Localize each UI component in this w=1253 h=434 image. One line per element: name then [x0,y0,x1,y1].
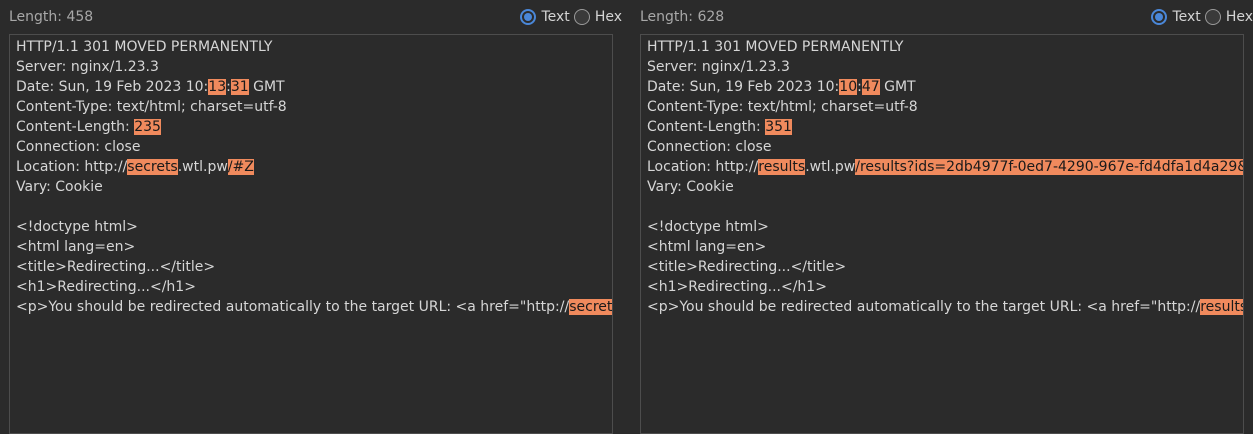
response-line: <html lang=en> [16,237,612,257]
left-hex-radio[interactable] [573,9,590,25]
right-response-editor[interactable]: HTTP/1.1 301 MOVED PERMANENTLY Server: ng… [640,34,1244,434]
line-text: HTTP/1.1 301 MOVED PERMANENTLY [647,39,904,55]
response-line: <h1>Redirecting...</h1> [647,277,1243,297]
response-line: Content-Type: text/html; charset=utf-8 [647,97,1243,117]
left-response-text: HTTP/1.1 301 MOVED PERMANENTLY Server: ng… [10,35,612,317]
response-line: <title>Redirecting...</title> [647,257,1243,277]
right-text-radio[interactable] [1151,9,1168,25]
line-text: Content-Length: [16,119,135,135]
response-line: <title>Redirecting...</title> [16,257,612,277]
line-text: <!doctype html> [647,219,769,235]
response-line [16,197,612,217]
response-line: <html lang=en> [647,237,1243,257]
response-line [647,197,1243,217]
line-text: <p>You should be redirected automaticall… [647,299,1201,315]
right-view-mode-group: Text Hex [1147,8,1253,26]
line-text: Connection: close [16,139,141,155]
right-text-radio-label: Text [1172,9,1201,25]
right-text-radio-option[interactable]: Text [1151,9,1201,25]
right-hex-radio-label: Hex [1225,9,1253,25]
left-view-mode-group: Text Hex [516,8,622,26]
left-text-radio[interactable] [520,9,537,25]
line-text: Server: nginx/1.23.3 [647,59,790,75]
line-text: Connection: close [647,139,772,155]
response-line: Vary: Cookie [647,177,1243,197]
response-line: <h1>Redirecting...</h1> [16,277,612,297]
diff-highlight: 31 [230,79,249,95]
line-text: Date: Sun, 19 Feb 2023 10: [16,79,209,95]
left-length-label: Length: 458 [9,9,94,25]
line-text: <title>Redirecting...</title> [647,259,847,275]
response-line: Location: http://results.wtl.pw/results?… [647,157,1243,177]
line-text: <html lang=en> [16,239,136,255]
left-text-radio-option[interactable]: Text [520,9,570,25]
diff-highlight: results [758,159,806,175]
line-text: Vary: Cookie [16,179,103,195]
response-line: Connection: close [16,137,612,157]
diff-highlight: 235 [134,119,161,135]
line-text: GMT [879,79,916,95]
response-line: Connection: close [647,137,1243,157]
right-hex-radio[interactable] [1204,9,1221,25]
response-line: Server: nginx/1.23.3 [16,57,612,77]
line-text: <h1>Redirecting...</h1> [647,279,827,295]
left-hex-radio-label: Hex [594,9,622,25]
diff-highlight: 10 [839,79,858,95]
right-hex-radio-option[interactable]: Hex [1204,9,1253,25]
response-line: Content-Type: text/html; charset=utf-8 [16,97,612,117]
right-pane-header: Length: 628 Text Hex [631,0,1253,34]
line-text: GMT [248,79,285,95]
response-line: Vary: Cookie [16,177,612,197]
line-text: HTTP/1.1 301 MOVED PERMANENTLY [16,39,273,55]
right-response-text: HTTP/1.1 301 MOVED PERMANENTLY Server: ng… [641,35,1243,317]
left-pane-header: Length: 458 Text Hex [0,0,622,34]
left-text-radio-label: Text [541,9,570,25]
line-text: <!doctype html> [16,219,138,235]
line-text: Date: Sun, 19 Feb 2023 10: [647,79,840,95]
right-length-label: Length: 628 [640,9,725,25]
line-text: Server: nginx/1.23.3 [16,59,159,75]
line-text: Vary: Cookie [647,179,734,195]
diff-highlight: 351 [765,119,792,135]
response-line: <p>You should be redirected automaticall… [647,297,1243,317]
line-text: Location: http:// [16,159,128,175]
line-text: Content-Type: text/html; charset=utf-8 [647,99,918,115]
response-line: Date: Sun, 19 Feb 2023 10:10:47 GMT [647,77,1243,97]
line-text: Content-Type: text/html; charset=utf-8 [16,99,287,115]
diff-highlight: 47 [861,79,880,95]
response-line: Server: nginx/1.23.3 [647,57,1243,77]
response-line: Content-Length: 235 [16,117,612,137]
left-response-editor[interactable]: HTTP/1.1 301 MOVED PERMANENTLY Server: ng… [9,34,613,434]
response-line: <p>You should be redirected automaticall… [16,297,612,317]
line-text: <p>You should be redirected automaticall… [16,299,570,315]
left-response-pane: Length: 458 Text Hex HTTP/1.1 301 MOVED … [0,0,622,434]
diff-highlight: 13 [208,79,227,95]
diff-highlight: secrets [127,159,178,175]
right-response-pane: Length: 628 Text Hex HTTP/1.1 301 MOVED … [631,0,1253,434]
line-text: .wtl.pw [805,159,856,175]
left-hex-radio-option[interactable]: Hex [573,9,622,25]
line-text: Content-Length: [647,119,766,135]
response-line: <!doctype html> [647,217,1243,237]
diff-highlight: results [1200,299,1243,315]
line-text: <h1>Redirecting...</h1> [16,279,196,295]
line-text: <title>Redirecting...</title> [16,259,216,275]
response-line: Location: http://secrets.wtl.pw/#Z [16,157,612,177]
response-line: Date: Sun, 19 Feb 2023 10:13:31 GMT [16,77,612,97]
diff-highlight: /#Z [227,159,254,175]
response-line: HTTP/1.1 301 MOVED PERMANENTLY [16,37,612,57]
line-text: Location: http:// [647,159,759,175]
response-line: HTTP/1.1 301 MOVED PERMANENTLY [647,37,1243,57]
line-text: .wtl.pw [177,159,228,175]
diff-highlight: secrets [569,299,612,315]
line-text: <html lang=en> [647,239,767,255]
response-line: <!doctype html> [16,217,612,237]
response-line: Content-Length: 351 [647,117,1243,137]
diff-highlight: /results?ids=2db4977f-0ed7-4290-967e-fd4… [855,159,1243,175]
